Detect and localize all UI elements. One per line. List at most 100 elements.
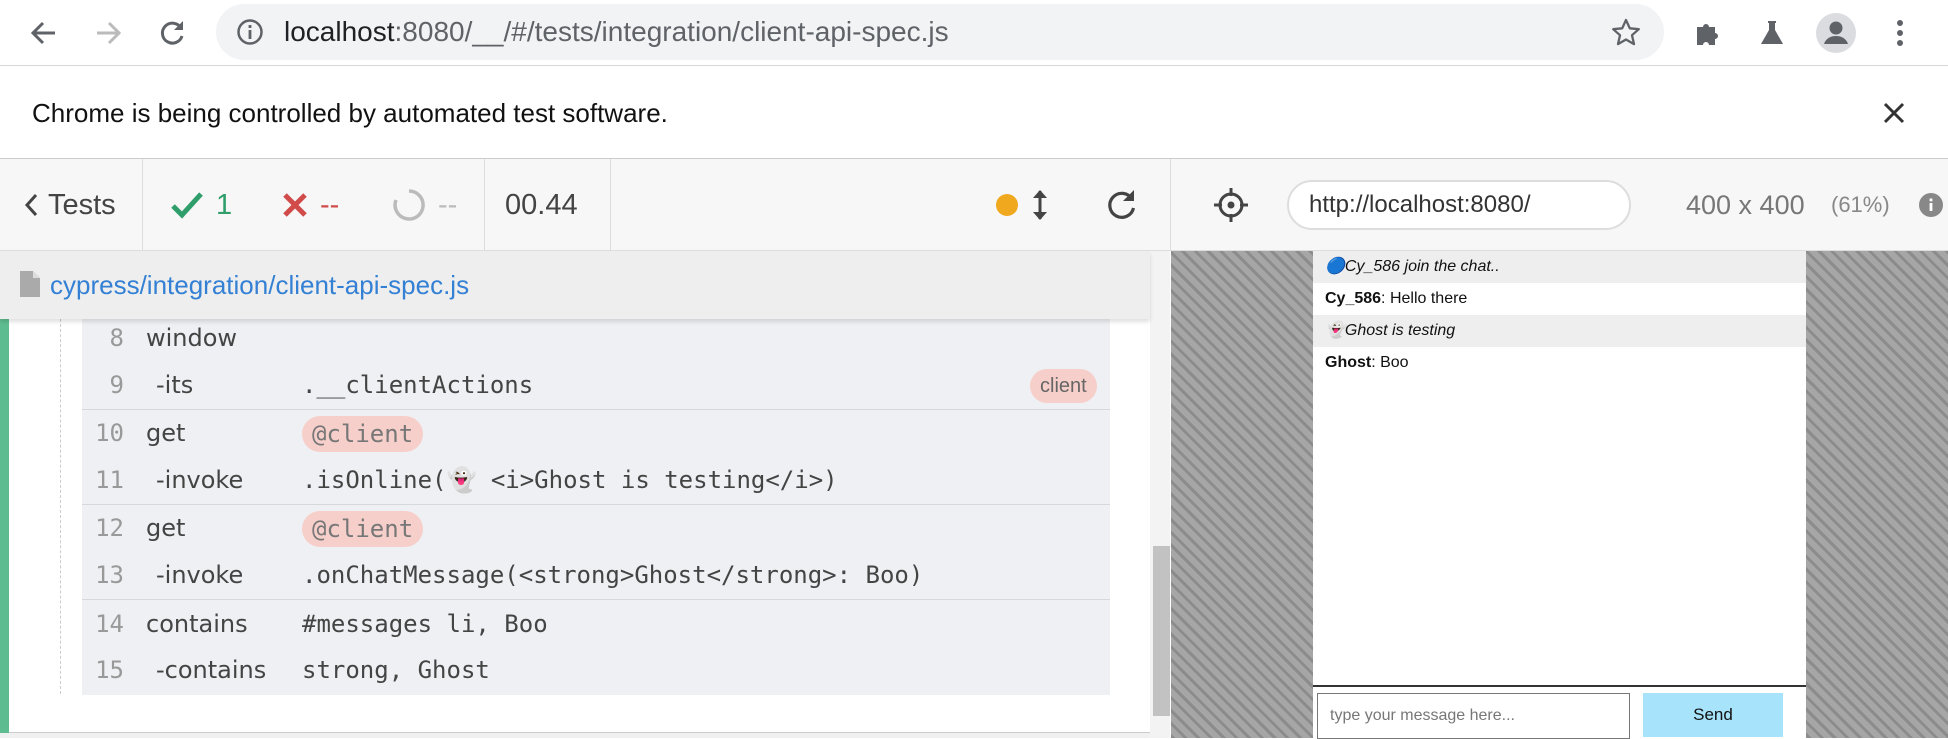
tests-button[interactable]: Tests [22,159,116,251]
reporter-scrollbar-thumb[interactable] [1153,546,1170,716]
aut-url-field[interactable]: http://localhost:8080/ [1287,180,1631,230]
alias-badge: @client [302,511,424,547]
address-path: :8080/__/#/tests/integration/client-api-… [394,16,949,47]
command-number: 15 [95,656,124,684]
command-number: 11 [95,466,124,494]
arrow-right-icon [97,21,122,45]
header-divider [484,159,485,251]
pending-stat[interactable]: -- [392,159,457,251]
x-icon [283,193,307,217]
send-button[interactable]: Send [1643,693,1783,737]
spec-file-link[interactable]: cypress/integration/client-api-spec.js [50,251,469,319]
reporter-body: cypress/integration/client-api-spec.js 8… [0,251,1170,738]
command-name: get [146,514,186,542]
rerun-button[interactable] [1104,187,1138,221]
aut-iframe-container: 🔵Cy_586 join the chat.. Cy_586: Hello th… [1171,251,1948,739]
profile-button[interactable] [1816,13,1856,53]
address-bar[interactable]: localhost:8080/__/#/tests/integration/cl… [216,4,1664,60]
back-button[interactable] [24,13,64,53]
forward-button[interactable] [88,13,128,53]
browser-menu-button[interactable] [1880,13,1920,53]
kebab-menu-icon [1897,20,1903,46]
chat-message: Ghost: Boo [1313,347,1806,379]
close-infobar-button[interactable] [1880,99,1908,127]
command-number: 9 [109,371,124,399]
hook-indent-line [60,319,61,694]
message-author: Ghost [1325,354,1372,371]
command-row[interactable]: 14 contains #messages li, Boo [82,601,1110,648]
automation-infobar: Chrome is being controlled by automated … [0,67,1948,159]
command-row[interactable]: 10 get @client [82,410,1110,457]
pending-count: -- [438,188,458,221]
test-runnable: 8 window 9 -its .__clientActions client … [0,319,1150,733]
header-divider [142,159,143,251]
command-group-separator [82,599,1110,600]
passed-stat[interactable]: 1 [170,159,232,251]
reporter-header: Tests 1 -- -- 00.44 [0,159,1170,251]
passed-indicator [0,319,9,733]
auto-scroll-toggle[interactable] [1030,187,1050,223]
message-input[interactable]: type your message here... [1317,693,1630,739]
viewport-size: 400 x 400 [1686,190,1805,220]
reload-icon [160,21,184,45]
command-number: 13 [95,561,124,589]
chat-message: 🔵Cy_586 join the chat.. [1313,251,1806,283]
file-icon [20,271,40,297]
command-row[interactable]: 12 get @client [82,505,1110,552]
pending-circle-icon [393,189,425,221]
command-name: contains [146,610,248,638]
command-name: -contains [156,656,267,684]
extensions-button[interactable] [1688,13,1728,53]
reload-button[interactable] [152,13,192,53]
command-number: 10 [95,419,124,447]
info-icon[interactable] [236,18,264,46]
command-number: 12 [95,514,124,542]
address-host: localhost [284,16,395,47]
message-text: Ghost is testing [1344,322,1456,339]
avatar-icon [1816,13,1856,53]
chat-message: Cy_586: Hello there [1313,283,1806,315]
failed-stat[interactable]: -- [282,159,339,251]
puzzle-icon [1697,24,1718,45]
command-message: #messages li, Boo [302,610,548,638]
aut-header: http://localhost:8080/ 400 x 400 (61%) [1170,159,1948,251]
command-row[interactable]: 13 -invoke .onChatMessage(<strong>Ghost<… [82,552,1110,599]
spec-file-bar: cypress/integration/client-api-spec.js [0,251,1150,319]
chevron-left-icon [24,193,38,217]
command-message: strong, Ghost [302,656,490,684]
failed-count: -- [320,188,340,221]
infobar-text: Chrome is being controlled by automated … [32,98,668,128]
message-text: : Hello there [1381,290,1468,307]
ghost-icon: 👻 [1325,322,1345,339]
info-circle-icon [1919,193,1943,217]
command-row[interactable]: 8 window [82,315,1110,362]
labs-button[interactable] [1752,13,1792,53]
crosshairs-icon [1214,188,1248,222]
vertical-arrows-icon [1033,190,1047,220]
command-row[interactable]: 9 -its .__clientActions client [82,362,1110,409]
command-message: .onChatMessage(<strong>Ghost</strong>: B… [302,561,924,589]
browser-toolbar: localhost:8080/__/#/tests/integration/cl… [0,0,1948,66]
chat-app: 🔵Cy_586 join the chat.. Cy_586: Hello th… [1313,251,1806,739]
arrow-left-icon [30,21,55,45]
command-row[interactable]: 15 -contains strong, Ghost [82,647,1110,694]
command-row[interactable]: 11 -invoke .isOnline(👻 <i>Ghost is testi… [82,457,1110,504]
star-icon[interactable] [1610,17,1642,49]
command-name: get [146,419,186,447]
command-name: -invoke [156,561,244,589]
check-icon [171,192,203,219]
viewport-info-button[interactable] [1919,193,1943,217]
message-text: : Boo [1371,354,1409,371]
command-number: 8 [109,324,124,352]
flask-icon [1761,21,1783,44]
address-url[interactable]: localhost:8080/__/#/tests/integration/cl… [284,4,949,60]
command-name: -its [156,371,194,399]
message-author: Cy_586 [1325,290,1382,307]
selector-playground-button[interactable] [1213,187,1249,223]
blue-circle-icon: 🔵 [1325,258,1345,275]
command-name: -invoke [156,466,244,494]
command-log: 8 window 9 -its .__clientActions client … [82,319,1110,695]
command-name: window [146,324,238,352]
tests-label: Tests [48,188,116,221]
viewport-scale: (61%) [1831,192,1890,217]
